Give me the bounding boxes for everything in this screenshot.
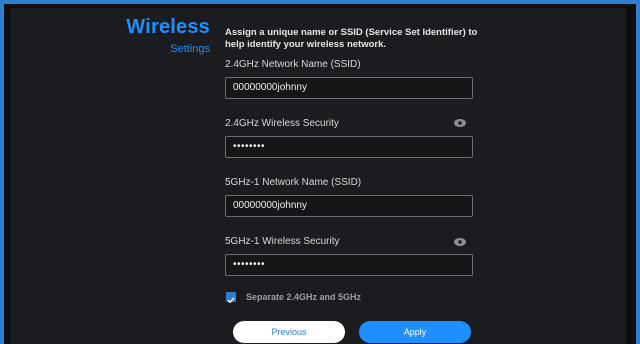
security-5-label: 5GHz-1 Wireless Security — [225, 236, 340, 247]
security-5-input[interactable]: •••••••• — [225, 254, 473, 276]
section-subtitle: Settings — [170, 43, 210, 55]
section-title: Wireless — [126, 16, 210, 38]
checkmark-icon — [227, 297, 235, 304]
previous-button[interactable]: Previous — [233, 321, 345, 343]
ssid-24-label: 2.4GHz Network Name (SSID) — [225, 59, 361, 70]
separate-bands-checkbox[interactable] — [226, 292, 236, 304]
eye-icon[interactable] — [453, 118, 467, 128]
security-24-label: 2.4GHz Wireless Security — [225, 118, 339, 129]
intro-text: Assign a unique name or SSID (Service Se… — [225, 27, 478, 50]
apply-button[interactable]: Apply — [359, 321, 471, 343]
ssid-24-input[interactable]: 00000000johnny — [225, 77, 473, 99]
ssid-5-label: 5GHz-1 Network Name (SSID) — [225, 177, 362, 188]
eye-icon[interactable] — [453, 237, 467, 247]
ssid-5-input[interactable]: 00000000johnny — [225, 195, 473, 217]
security-24-input[interactable]: •••••••• — [225, 136, 473, 158]
separate-bands-label: Separate 2.4GHz and 5GHz — [246, 292, 362, 302]
